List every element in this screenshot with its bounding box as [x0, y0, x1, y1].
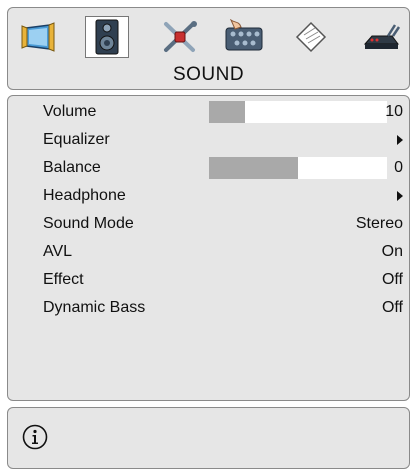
info-bar: [7, 407, 410, 469]
item-label: Dynamic Bass: [43, 299, 146, 316]
document-icon: [295, 21, 327, 53]
item-label: Balance: [43, 159, 101, 176]
menu-tab-bar: SOUND: [7, 7, 410, 90]
balance-slider[interactable]: [209, 157, 387, 179]
item-value: Off: [381, 299, 403, 316]
tab-picture[interactable]: [16, 16, 60, 58]
sound-settings-list: Volume 10 Equalizer Balance 0 Headphone …: [7, 95, 410, 401]
info-icon: [22, 424, 48, 450]
item-value: Off: [381, 271, 403, 288]
menu-item-headphone[interactable]: Headphone: [8, 185, 409, 209]
features-icon: [225, 19, 263, 51]
arrow-right-icon: [397, 191, 403, 201]
menu-item-balance[interactable]: Balance 0: [8, 157, 409, 181]
menu-item-effect[interactable]: Effect Off: [8, 269, 409, 293]
tab-source[interactable]: [360, 16, 404, 58]
menu-item-sound-mode[interactable]: Sound Mode Stereo: [8, 213, 409, 237]
tab-sound[interactable]: [85, 16, 129, 58]
item-value: On: [381, 243, 403, 260]
tools-icon: [164, 21, 197, 52]
picture-icon: [21, 22, 55, 52]
arrow-right-icon: [397, 135, 403, 145]
network-icon: [363, 24, 401, 49]
item-value: 0: [394, 159, 403, 176]
tab-setup[interactable]: [158, 16, 202, 58]
volume-slider[interactable]: [209, 101, 387, 123]
item-label: Effect: [43, 271, 84, 288]
item-label: AVL: [43, 243, 73, 260]
menu-item-equalizer[interactable]: Equalizer: [8, 129, 409, 153]
menu-item-avl[interactable]: AVL On: [8, 241, 409, 265]
speaker-icon: [95, 19, 119, 55]
item-label: Equalizer: [43, 131, 110, 148]
tab-install[interactable]: [289, 16, 333, 58]
item-label: Sound Mode: [43, 215, 134, 232]
item-value: Stereo: [355, 215, 403, 232]
item-label: Headphone: [43, 187, 126, 204]
menu-item-volume[interactable]: Volume 10: [8, 101, 409, 125]
balance-slider-fill: [209, 157, 298, 179]
tab-features[interactable]: [222, 16, 266, 58]
menu-item-dynamic-bass[interactable]: Dynamic Bass Off: [8, 297, 409, 321]
item-value: 10: [385, 103, 403, 120]
item-label: Volume: [43, 103, 97, 120]
menu-title: SOUND: [172, 64, 245, 85]
volume-slider-fill: [209, 101, 245, 123]
